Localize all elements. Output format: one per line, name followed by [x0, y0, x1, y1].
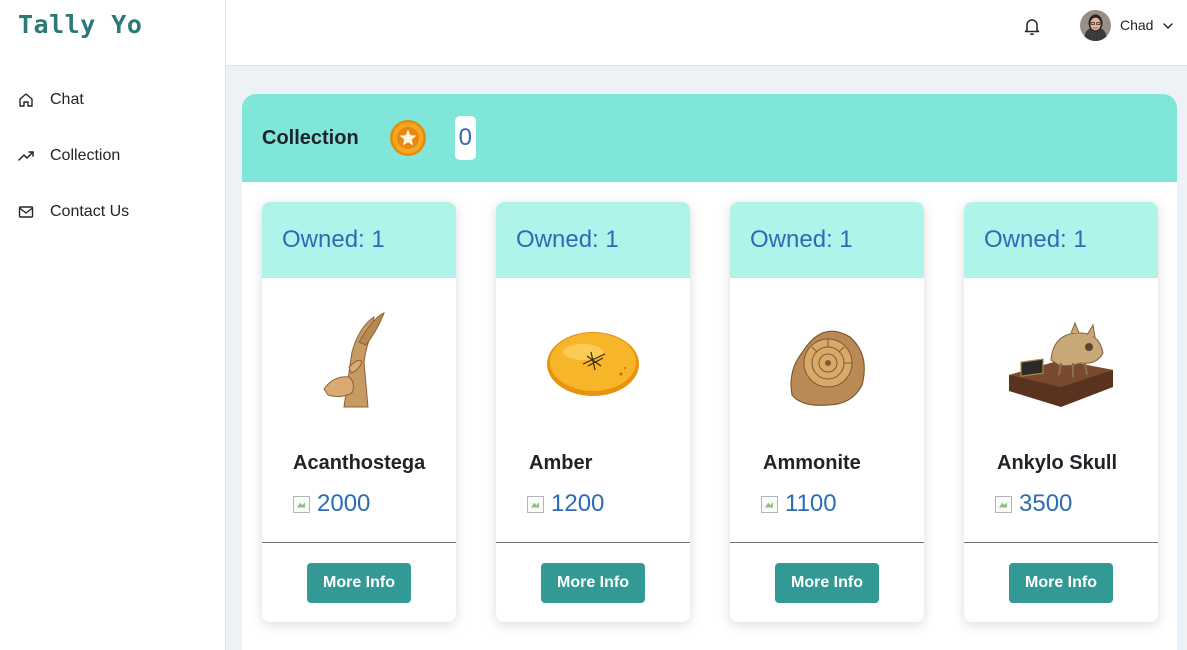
broken-image-icon [293, 495, 310, 513]
avatar[interactable] [1080, 10, 1111, 41]
card-price: 2000 [293, 490, 370, 518]
card-price: 3500 [995, 490, 1072, 518]
more-info-button[interactable]: More Info [307, 563, 411, 603]
divider [730, 542, 924, 543]
broken-image-icon [527, 495, 544, 513]
card-price: 1100 [761, 490, 837, 518]
page-title: Collection [262, 126, 359, 149]
divider [496, 542, 690, 543]
collection-header: Collection 0 [242, 94, 1177, 182]
sidebar-item-label: Chat [50, 91, 84, 108]
divider [262, 542, 456, 543]
ammonite-image [730, 302, 924, 422]
coin-icon [389, 119, 427, 157]
more-info-button[interactable]: More Info [541, 563, 645, 603]
card-list: Owned: 1 Acanthostega 2000 More Info Own… [262, 202, 1158, 622]
owned-label: Owned: 1 [262, 202, 456, 278]
acanthostega-image [262, 302, 456, 422]
main-content: Collection 0 Owned: 1 Acanthostega 2000 … [226, 66, 1187, 650]
home-icon [18, 92, 34, 108]
sidebar-nav: Chat Collection Contact Us [0, 72, 225, 240]
card-price: 1200 [527, 490, 604, 518]
coin-count: 0 [454, 116, 477, 160]
bell-icon[interactable] [1022, 16, 1042, 36]
price-value: 1200 [551, 490, 605, 517]
card-title: Ankylo Skull [997, 452, 1118, 474]
collection-card: Owned: 1 Ammonite 1100 More Info [730, 202, 924, 622]
sidebar-item-chat[interactable]: Chat [0, 72, 225, 128]
collection-card: Owned: 1 Acanthostega 2000 More Info [262, 202, 456, 622]
broken-image-icon [761, 495, 778, 513]
sidebar-item-label: Collection [50, 147, 121, 164]
more-info-button[interactable]: More Info [1009, 563, 1113, 603]
more-info-button[interactable]: More Info [775, 563, 879, 603]
owned-label: Owned: 1 [730, 202, 924, 278]
sidebar: Tally Yo Chat Collection Contact Us [0, 0, 226, 650]
collection-card: Owned: 1 Amber 1200 More Info [496, 202, 690, 622]
collection-card: Owned: 1 Ankylo Skull 3500 More Info [964, 202, 1158, 622]
owned-label: Owned: 1 [964, 202, 1158, 278]
price-value: 1100 [785, 490, 837, 517]
price-value: 2000 [317, 490, 371, 517]
chevron-down-icon[interactable] [1161, 19, 1175, 33]
price-value: 3500 [1019, 490, 1073, 517]
card-title: Acanthostega [293, 452, 426, 474]
trending-up-icon [18, 148, 34, 164]
sidebar-item-contact-us[interactable]: Contact Us [0, 184, 225, 240]
sidebar-item-collection[interactable]: Collection [0, 128, 225, 184]
top-bar: Chad [226, 0, 1187, 66]
card-title: Ammonite [763, 452, 861, 474]
broken-image-icon [995, 495, 1012, 513]
username[interactable]: Chad [1120, 17, 1153, 33]
amber-image [496, 302, 690, 422]
collection-panel: Collection 0 Owned: 1 Acanthostega 2000 … [242, 94, 1177, 650]
app-logo[interactable]: Tally Yo [18, 10, 142, 39]
ankylo-skull-image [964, 302, 1158, 422]
divider [964, 542, 1158, 543]
owned-label: Owned: 1 [496, 202, 690, 278]
mail-icon [18, 204, 34, 220]
card-title: Amber [529, 452, 593, 474]
sidebar-item-label: Contact Us [50, 203, 130, 220]
